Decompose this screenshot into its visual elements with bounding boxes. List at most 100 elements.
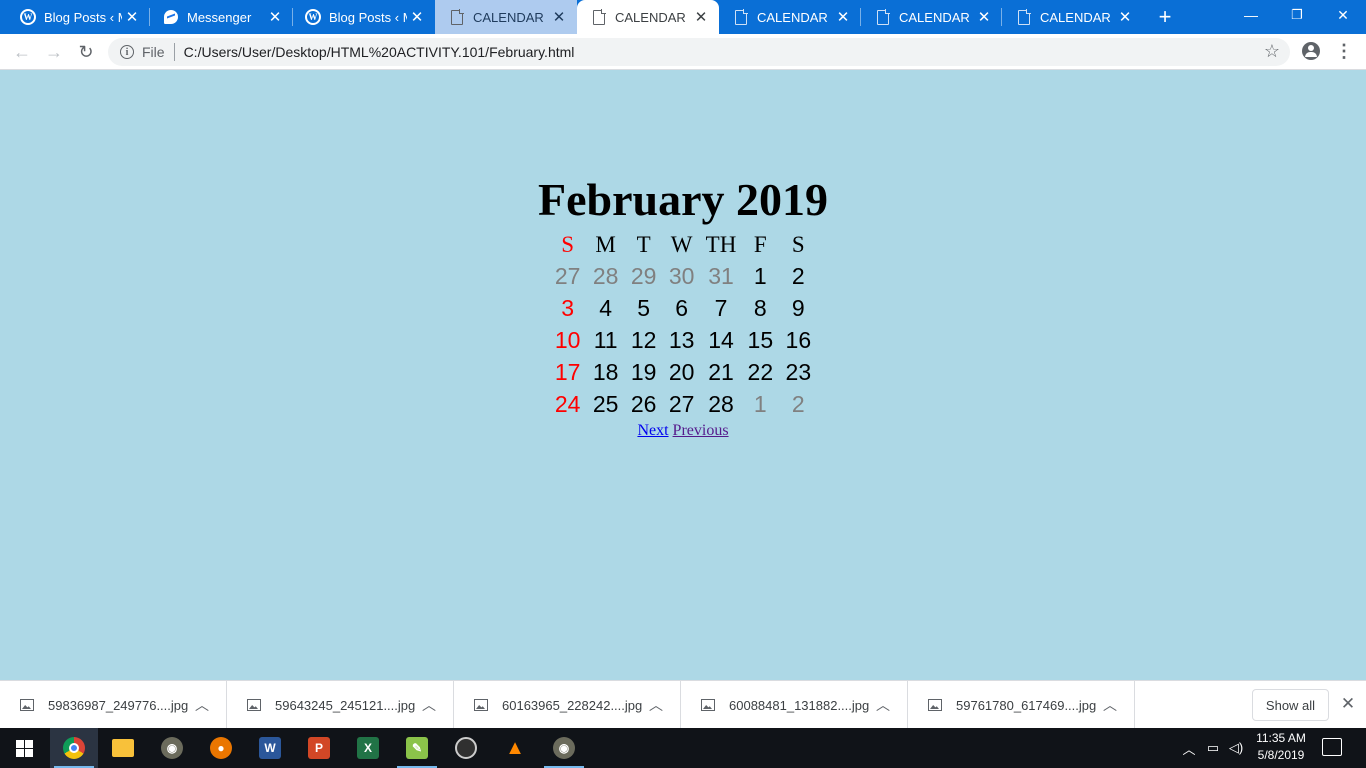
weekday-friday: F [753,232,767,257]
chevron-up-icon[interactable]: ︿ [417,695,441,715]
download-item[interactable]: 60088481_131882....jpg ︿ [681,681,908,729]
weekday-monday: M [595,232,616,257]
taskbar-vlc[interactable]: ▲ [491,728,539,768]
close-icon[interactable]: ✕ [549,7,569,27]
day-cell: 7 [714,294,728,321]
taskbar-word[interactable]: W [246,728,294,768]
minimize-button[interactable]: — [1228,0,1274,30]
chevron-up-icon[interactable]: ︿ [1180,728,1198,768]
tab-calendar-5[interactable]: CALENDAR ✕ [1002,0,1143,34]
close-icon[interactable]: ✕ [974,7,994,27]
powerpoint-icon: P [308,737,330,759]
day-cell: 31 [708,262,734,289]
bookmark-star-icon[interactable]: ☆ [1264,41,1280,62]
tab-blog-posts-1[interactable]: W Blog Posts ‹ M ✕ [0,0,150,34]
notification-icon[interactable] [1322,738,1342,756]
document-icon [877,9,890,25]
windows-logo-icon [15,739,33,757]
day-cell: 19 [630,358,657,385]
download-filename: 59836987_249776....jpg [48,697,189,713]
chevron-up-icon[interactable]: ︿ [871,695,895,715]
tab-calendar-active[interactable]: CALENDAR ✕ [577,0,719,34]
window-close-button[interactable]: ✕ [1320,0,1366,30]
profile-avatar-icon[interactable] [1302,42,1320,60]
next-link[interactable]: Next [637,422,668,439]
close-icon[interactable]: ✕ [833,7,853,27]
close-icon[interactable]: ✕ [265,7,285,27]
info-icon[interactable]: i [120,45,134,59]
tab-title: CALENDAR [899,9,970,25]
day-cell: 30 [668,262,695,289]
weekday-header-row: S M T W TH F S [550,230,817,260]
download-item[interactable]: 59836987_249776....jpg ︿ [0,681,227,729]
tab-calendar-3[interactable]: CALENDAR ✕ [719,0,861,34]
notepad-icon: ✎ [406,737,428,759]
taskbar-obs[interactable] [442,728,490,768]
restore-button[interactable]: ❐ [1274,0,1320,30]
address-bar[interactable]: i File C:/Users/User/Desktop/HTML%20ACTI… [108,38,1290,66]
close-icon[interactable]: ✕ [1115,7,1135,27]
weekday-tuesday: T [636,232,651,257]
taskbar-notepad[interactable]: ✎ [393,728,441,768]
download-item[interactable]: 60163965_228242....jpg ︿ [454,681,681,729]
day-cell: 6 [675,294,689,321]
download-filename: 59643245_245121....jpg [275,697,416,713]
forward-arrow-icon[interactable]: → [42,40,66,64]
day-cell: 13 [668,326,695,353]
day-cell: 20 [668,358,695,385]
url-text[interactable]: C:/Users/User/Desktop/HTML%20ACTIVITY.10… [184,44,575,60]
menu-dots-icon[interactable]: ⋮ [1335,40,1353,62]
day-cell: 18 [592,358,619,385]
day-cell: 28 [592,262,619,289]
day-cell: 28 [708,390,734,417]
taskbar-file-explorer[interactable] [99,728,147,768]
vlc-icon: ▲ [505,736,525,759]
day-cell: 25 [592,390,619,417]
image-file-icon [247,699,261,711]
taskbar-gimp[interactable]: ◉ [148,728,196,768]
calendar-title: February 2019 [537,174,828,225]
close-icon[interactable]: ✕ [691,7,711,27]
tab-calendar-1[interactable]: CALENDAR ✕ [435,0,577,34]
back-arrow-icon[interactable]: ← [10,40,34,64]
new-tab-plus-icon[interactable]: + [1152,4,1178,30]
close-icon[interactable]: ✕ [1338,694,1358,714]
tab-title: CALENDAR [1040,9,1111,25]
day-cell: 12 [630,326,657,353]
tab-calendar-4[interactable]: CALENDAR ✕ [861,0,1002,34]
week-row: 17 18 19 20 21 22 23 [550,356,817,388]
chevron-up-icon[interactable]: ︿ [644,695,668,715]
system-clock[interactable]: 11:35 AM 5/8/2019 [1248,730,1314,766]
previous-link[interactable]: Previous [673,422,729,439]
week-row: 24 25 26 27 28 1 2 [550,388,817,420]
weekday-thursday: TH [705,232,737,257]
page-viewport: February 2019 S M T W TH F S 27 28 29 30… [0,70,1366,680]
day-cell: 17 [554,358,581,385]
start-button[interactable] [0,728,48,768]
day-cell: 14 [708,326,734,353]
close-icon[interactable]: ✕ [407,7,427,27]
network-icon[interactable]: ▭ [1202,728,1224,768]
volume-icon[interactable]: ◁) [1226,728,1246,768]
day-cell: 26 [630,390,657,417]
messenger-icon [164,10,178,24]
taskbar-chrome[interactable] [50,728,98,768]
document-icon [1018,9,1031,25]
taskbar-powerpoint[interactable]: P [295,728,343,768]
show-all-button[interactable]: Show all [1252,689,1329,721]
image-file-icon [701,699,715,711]
tab-blog-posts-2[interactable]: W Blog Posts ‹ M ✕ [293,0,435,34]
download-item[interactable]: 59761780_617469....jpg ︿ [908,681,1135,729]
taskbar-blender[interactable]: ● [197,728,245,768]
tab-messenger[interactable]: Messenger ✕ [150,0,293,34]
reload-icon[interactable]: ↻ [74,40,98,64]
close-icon[interactable]: ✕ [122,7,142,27]
chevron-up-icon[interactable]: ︿ [1098,695,1122,715]
clock-time: 11:35 AM [1256,731,1306,745]
day-cell: 8 [753,294,767,321]
chevron-up-icon[interactable]: ︿ [190,695,214,715]
taskbar-excel[interactable]: X [344,728,392,768]
week-row: 10 11 12 13 14 15 16 [550,324,817,356]
taskbar-gimp-2[interactable]: ◉ [540,728,588,768]
download-item[interactable]: 59643245_245121....jpg ︿ [227,681,454,729]
